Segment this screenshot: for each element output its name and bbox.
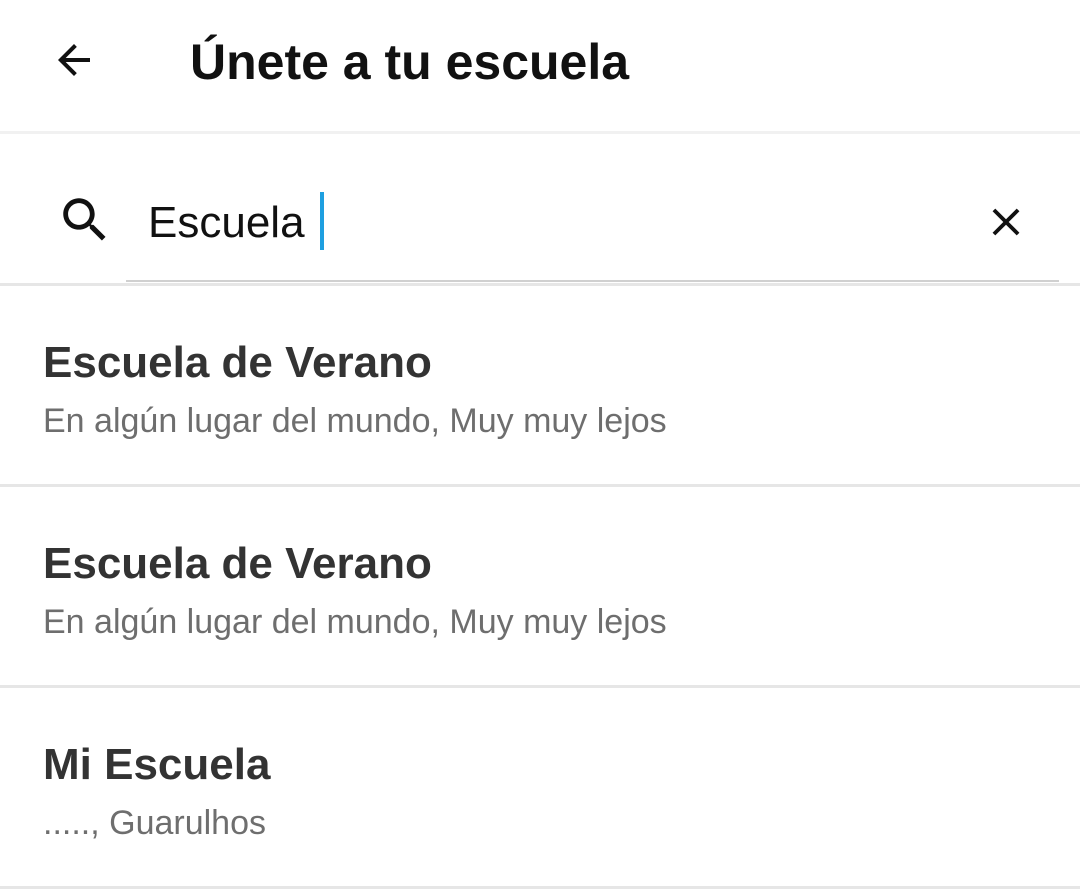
clear-search-button[interactable] <box>974 190 1038 254</box>
page-title: Únete a tu escuela <box>190 34 630 90</box>
text-caret <box>320 192 324 250</box>
app-bar: Únete a tu escuela <box>0 0 1080 134</box>
search-bar <box>0 134 1080 286</box>
school-name: Escuela de Verano <box>43 338 432 387</box>
result-item[interactable]: Escuela de Verano En algún lugar del mun… <box>0 286 1080 487</box>
close-icon <box>992 208 1020 236</box>
school-location: En algún lugar del mundo, Muy muy lejos <box>43 402 667 440</box>
search-icon <box>63 198 106 241</box>
result-item[interactable]: Mi Escuela ....., Guarulhos <box>0 688 1080 889</box>
school-location: En algún lugar del mundo, Muy muy lejos <box>43 603 667 641</box>
search-input[interactable] <box>148 188 948 258</box>
search-results-list: Escuela de Verano En algún lugar del mun… <box>0 286 1080 889</box>
back-button[interactable] <box>42 28 106 92</box>
arrow-left-icon <box>58 44 90 76</box>
school-name: Mi Escuela <box>43 740 271 789</box>
search-field <box>126 184 1059 282</box>
school-location: ....., Guarulhos <box>43 804 266 842</box>
result-item[interactable]: Escuela de Verano En algún lugar del mun… <box>0 487 1080 688</box>
school-name: Escuela de Verano <box>43 539 432 588</box>
